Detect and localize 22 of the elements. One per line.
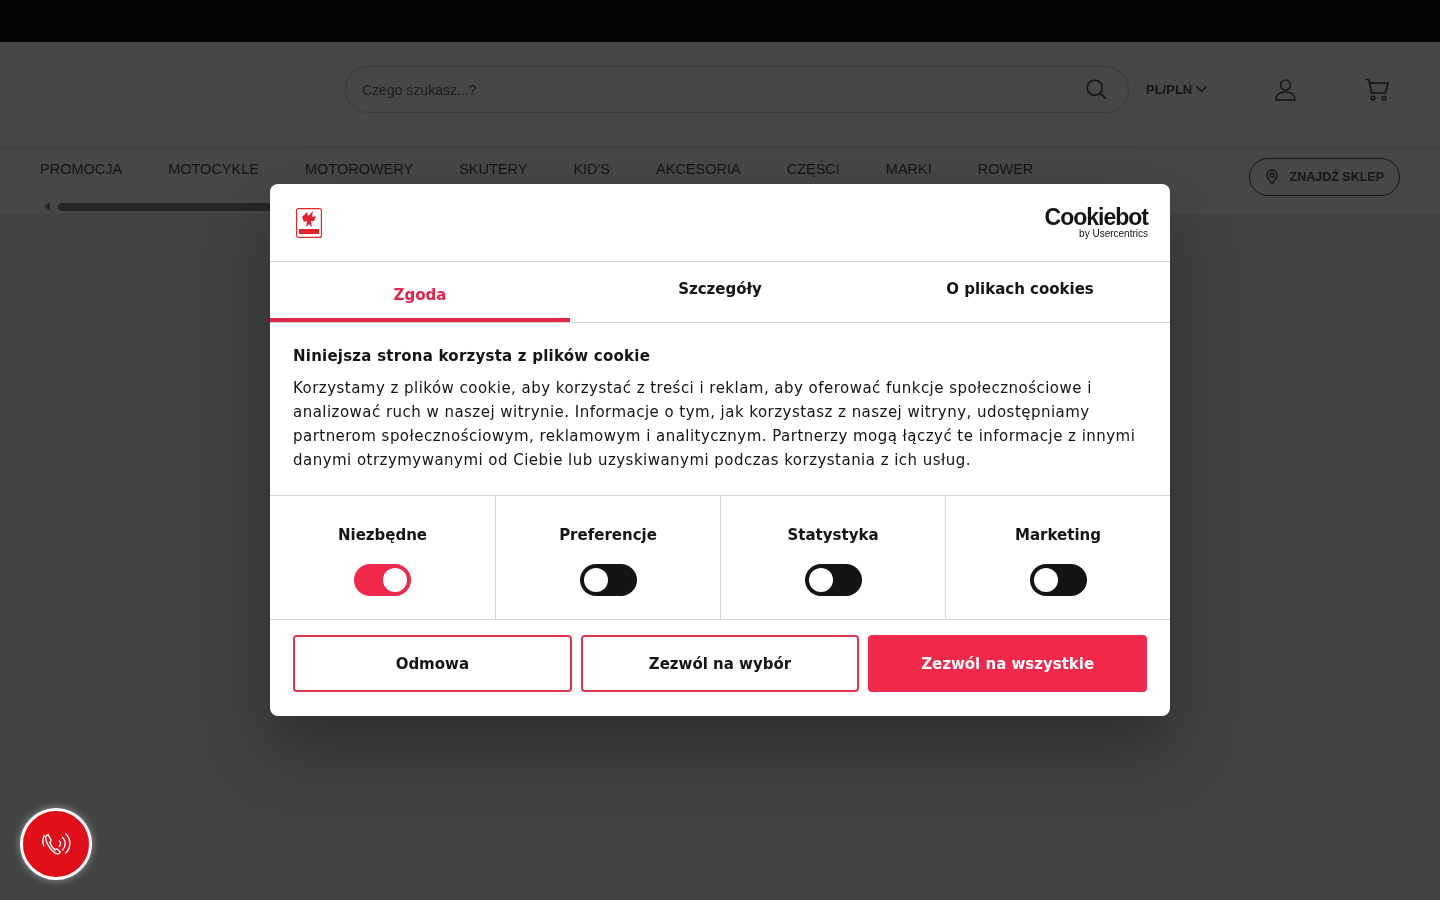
- dialog-tab[interactable]: O plikach cookies: [870, 262, 1170, 322]
- chevron-down-icon: [1196, 86, 1208, 93]
- brand-tagline: by Usercentrics: [1079, 227, 1148, 239]
- map-pin-icon: [1265, 169, 1278, 185]
- toggle-switch[interactable]: [1029, 564, 1087, 596]
- dialog-heading: Niniejsza strona korzysta z plików cookie: [293, 346, 652, 367]
- toggle-switch[interactable]: [579, 564, 637, 596]
- category-label: Niezbędne: [337, 525, 428, 545]
- dialog-text: Korzystamy z plików cookie, aby korzystać z treści i reklam, aby oferować funkcje społecznościowe i analizować ruch w naszej witrynie. Informacje o tym, jak korzystasz z naszej witryny, udostępniamy partnerom społecznościowym, reklamowym i analitycznym. Partnerzy mogą łączyć te informacje z innymi danymi otrzymywanymi od Ciebie lub uzyskiwanymi podczas korzystania z ich usług.: [293, 378, 1137, 471]
- action-button[interactable]: Zezwól na wybór: [580, 635, 860, 692]
- logo-icon: [296, 207, 322, 238]
- accept-all-button[interactable]: Zezwól na wszystkie: [868, 635, 1147, 692]
- dialog-tab[interactable]: Zgoda: [270, 262, 570, 322]
- toggle-switch[interactable]: [804, 564, 862, 596]
- brand-name: Cookiebot: [1044, 206, 1148, 228]
- dialog-tab[interactable]: Szczegóły: [570, 262, 870, 322]
- call-button[interactable]: [20, 808, 92, 880]
- category-label: Preferencje: [559, 525, 657, 545]
- action-button[interactable]: Odmowa: [293, 635, 572, 692]
- toggle-switch[interactable]: [354, 564, 411, 596]
- category-label: Marketing: [1015, 525, 1101, 545]
- category-label: Statystyka: [787, 525, 879, 545]
